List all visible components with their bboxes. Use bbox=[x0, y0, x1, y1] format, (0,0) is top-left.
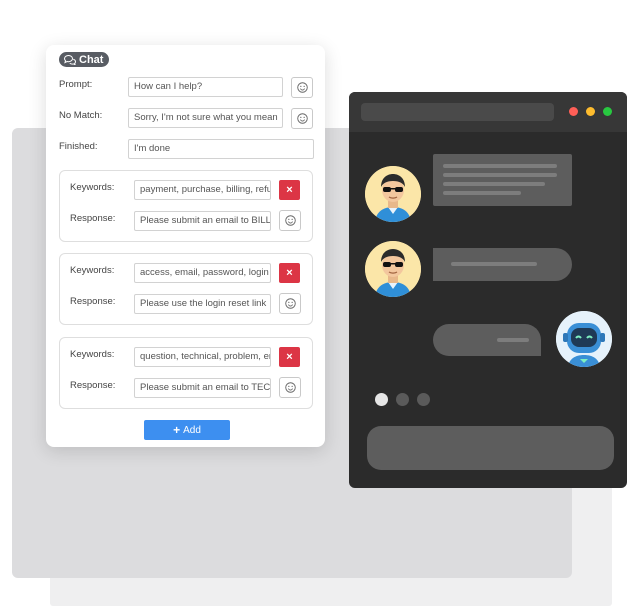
typing-indicator-dot bbox=[375, 393, 388, 406]
message-input[interactable] bbox=[367, 426, 614, 470]
delete-rule-button[interactable]: × bbox=[279, 347, 300, 367]
keywords-input[interactable]: payment, purchase, billing, refund bbox=[134, 180, 271, 200]
chat-badge: Chat bbox=[59, 52, 110, 67]
smiley-icon bbox=[284, 298, 296, 309]
response-label: Response: bbox=[70, 380, 116, 391]
keyword-rule-card: Keywords: access, email, password, login… bbox=[59, 253, 313, 325]
message-placeholder-line bbox=[451, 262, 537, 266]
response-emoji-button[interactable] bbox=[279, 377, 301, 398]
response-label: Response: bbox=[70, 213, 116, 224]
finished-input[interactable]: I'm done bbox=[128, 139, 314, 159]
smiley-icon bbox=[296, 113, 308, 124]
chat-bubbles-icon bbox=[64, 54, 76, 65]
message-placeholder-line bbox=[443, 182, 545, 186]
incoming-message-bubble bbox=[433, 154, 572, 206]
window-minimize-dot[interactable] bbox=[586, 107, 595, 116]
keywords-label: Keywords: bbox=[70, 265, 115, 276]
keywords-input[interactable]: question, technical, problem, error bbox=[134, 347, 271, 367]
add-rule-label: Add bbox=[183, 424, 201, 436]
window-close-dot[interactable] bbox=[569, 107, 578, 116]
delete-rule-button[interactable]: × bbox=[279, 263, 300, 283]
message-placeholder-line bbox=[497, 338, 529, 342]
chat-config-panel: Chat Prompt: How can I help? No Match: S… bbox=[46, 45, 325, 447]
response-input[interactable]: Please submit an email to BILLING bbox=[134, 211, 271, 231]
keywords-label: Keywords: bbox=[70, 182, 115, 193]
keyword-rule-card: Keywords: question, technical, problem, … bbox=[59, 337, 313, 409]
response-input[interactable]: Please use the login reset link bbox=[134, 294, 271, 314]
response-input[interactable]: Please submit an email to TECH bbox=[134, 378, 271, 398]
typing-indicator-dot bbox=[417, 393, 430, 406]
delete-rule-button[interactable]: × bbox=[279, 180, 300, 200]
incoming-message-bubble bbox=[433, 248, 572, 281]
prompt-emoji-button[interactable] bbox=[291, 77, 313, 98]
response-label: Response: bbox=[70, 296, 116, 307]
no-match-input[interactable]: Sorry, I'm not sure what you mean bbox=[128, 108, 283, 128]
typing-indicator-dot bbox=[396, 393, 409, 406]
bot-avatar-icon bbox=[556, 311, 612, 367]
prompt-input[interactable]: How can I help? bbox=[128, 77, 283, 97]
keywords-label: Keywords: bbox=[70, 349, 115, 360]
keyword-rule-card: Keywords: payment, purchase, billing, re… bbox=[59, 170, 313, 242]
keywords-input[interactable]: access, email, password, login bbox=[134, 263, 271, 283]
finished-label: Finished: bbox=[59, 141, 98, 152]
message-placeholder-line bbox=[443, 164, 557, 168]
add-rule-button[interactable]: + Add bbox=[144, 420, 230, 440]
smiley-icon bbox=[284, 382, 296, 393]
prompt-label: Prompt: bbox=[59, 79, 93, 90]
smiley-icon bbox=[284, 215, 296, 226]
response-emoji-button[interactable] bbox=[279, 210, 301, 231]
outgoing-message-bubble bbox=[433, 324, 541, 356]
address-bar bbox=[361, 103, 554, 121]
user-avatar-icon bbox=[365, 241, 421, 297]
window-titlebar bbox=[349, 92, 627, 132]
smiley-icon bbox=[296, 82, 308, 93]
window-maximize-dot[interactable] bbox=[603, 107, 612, 116]
user-avatar-icon bbox=[365, 166, 421, 222]
no-match-emoji-button[interactable] bbox=[291, 108, 313, 129]
chat-badge-label: Chat bbox=[79, 53, 104, 66]
message-placeholder-line bbox=[443, 173, 557, 177]
response-emoji-button[interactable] bbox=[279, 293, 301, 314]
no-match-label: No Match: bbox=[59, 110, 103, 121]
chat-preview-window bbox=[349, 92, 627, 488]
plus-icon: + bbox=[173, 423, 181, 437]
message-placeholder-line bbox=[443, 191, 521, 195]
